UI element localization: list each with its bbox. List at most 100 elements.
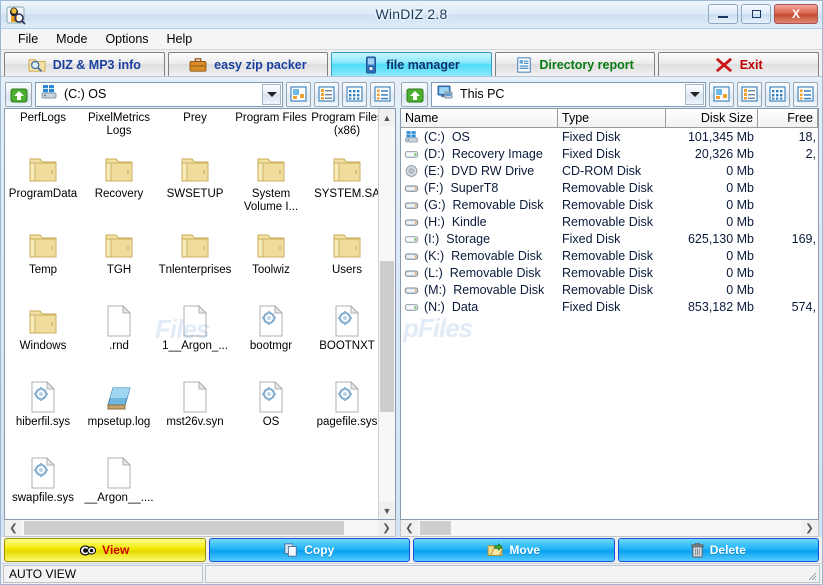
- left-details-view[interactable]: [370, 82, 395, 107]
- left-scroll-track[interactable]: [379, 126, 395, 502]
- drive-letter: (M:): [424, 283, 446, 297]
- right-large-icons-view[interactable]: [709, 82, 734, 107]
- file-item[interactable]: hiberfil.sys: [5, 373, 81, 449]
- move-button[interactable]: Move: [413, 538, 615, 562]
- menu-item-options[interactable]: Options: [96, 31, 157, 47]
- drive-row[interactable]: (C:)OSFixed Disk101,345 Mb18,: [401, 128, 818, 145]
- file-item[interactable]: System Volume I...: [233, 145, 309, 221]
- right-location-combobox[interactable]: This PC: [431, 82, 706, 107]
- scroll-left-icon[interactable]: ❮: [401, 520, 418, 536]
- scroll-left-icon[interactable]: ❮: [5, 520, 22, 536]
- left-list-view[interactable]: [342, 82, 367, 107]
- delete-button[interactable]: Delete: [618, 538, 820, 562]
- window-controls: X: [708, 4, 818, 24]
- left-vertical-scrollbar[interactable]: ▲ ▼: [378, 109, 395, 519]
- drive-row[interactable]: (N:)DataFixed Disk853,182 Mb574,: [401, 298, 818, 315]
- file-item[interactable]: bootmgr: [233, 297, 309, 373]
- drive-row[interactable]: (K:)Removable DiskRemovable Disk0 Mb: [401, 247, 818, 264]
- chevron-down-icon[interactable]: [685, 84, 704, 105]
- tab-diz-mp3-info[interactable]: DIZ & MP3 info: [4, 52, 165, 76]
- file-item[interactable]: mst26v.syn: [157, 373, 233, 449]
- left-hscroll-track[interactable]: [22, 520, 378, 536]
- file-item[interactable]: Tnlenterprises: [157, 221, 233, 297]
- right-details-view[interactable]: [793, 82, 818, 107]
- file-item[interactable]: Recovery: [81, 145, 157, 221]
- file-item[interactable]: BOOTNXT: [309, 297, 378, 373]
- minimize-button[interactable]: [708, 4, 738, 24]
- close-button[interactable]: X: [774, 4, 818, 24]
- scroll-right-icon[interactable]: ❯: [378, 520, 395, 536]
- drive-label: Kindle: [452, 215, 487, 229]
- removable-disk-icon: [404, 249, 419, 263]
- copy-button[interactable]: Copy: [209, 538, 411, 562]
- right-up-folder-button[interactable]: [401, 82, 428, 107]
- status-bar: AUTO VIEW: [1, 563, 822, 584]
- right-list-view[interactable]: [765, 82, 790, 107]
- left-horizontal-scrollbar[interactable]: ❮ ❯: [4, 520, 396, 537]
- scroll-down-icon[interactable]: ▼: [379, 502, 395, 519]
- tab-exit[interactable]: Exit: [658, 52, 819, 76]
- column-header-type[interactable]: Type: [558, 109, 666, 128]
- file-item[interactable]: SWSETUP: [157, 145, 233, 221]
- scroll-right-icon[interactable]: ❯: [801, 520, 818, 536]
- tab-directory-report[interactable]: Directory report: [495, 52, 656, 76]
- cdrom-icon: [404, 164, 419, 178]
- maximize-button[interactable]: [741, 4, 771, 24]
- file-item[interactable]: .rnd: [81, 297, 157, 373]
- file-item[interactable]: Program Files (x86): [309, 109, 378, 145]
- action-label: Move: [509, 543, 540, 557]
- file-item[interactable]: Toolwiz: [233, 221, 309, 297]
- right-drive-list[interactable]: NameTypeDisk SizeFree pFiles (C:)OSFixed…: [400, 108, 819, 520]
- left-scroll-thumb[interactable]: [380, 261, 394, 411]
- left-hscroll-thumb[interactable]: [24, 521, 344, 535]
- file-item[interactable]: Prey: [157, 109, 233, 145]
- right-small-icons-view[interactable]: [737, 82, 762, 107]
- file-item[interactable]: __Argon__....: [81, 449, 157, 519]
- chevron-down-icon[interactable]: [262, 84, 281, 105]
- left-up-folder-button[interactable]: [5, 82, 32, 107]
- drive-row[interactable]: (I:)StorageFixed Disk625,130 Mb169,: [401, 230, 818, 247]
- file-item[interactable]: TGH: [81, 221, 157, 297]
- right-horizontal-scrollbar[interactable]: ❮ ❯: [400, 520, 819, 537]
- drive-row[interactable]: (G:)Removable DiskRemovable Disk0 Mb: [401, 196, 818, 213]
- file-item[interactable]: OS: [233, 373, 309, 449]
- left-drive-combobox[interactable]: (C:) OS: [35, 82, 283, 107]
- drive-row[interactable]: (F:)SuperT8Removable Disk0 Mb: [401, 179, 818, 196]
- right-hscroll-track[interactable]: [418, 520, 801, 536]
- file-item[interactable]: Temp: [5, 221, 81, 297]
- left-drive-value: (C:) OS: [64, 87, 106, 101]
- drive-size-cell: 0 Mb: [666, 266, 758, 280]
- file-item[interactable]: swapfile.sys: [5, 449, 81, 519]
- menu-item-help[interactable]: Help: [158, 31, 202, 47]
- menu-item-file[interactable]: File: [9, 31, 47, 47]
- view-button[interactable]: View: [4, 538, 206, 562]
- column-header-free[interactable]: Free: [758, 109, 818, 128]
- drive-row[interactable]: (M:)Removable DiskRemovable Disk0 Mb: [401, 281, 818, 298]
- file-item[interactable]: ProgramData: [5, 145, 81, 221]
- left-file-list[interactable]: PerfLogsPixelMetrics LogsPreyProgram Fil…: [4, 108, 396, 520]
- file-item[interactable]: Windows: [5, 297, 81, 373]
- menu-item-mode[interactable]: Mode: [47, 31, 96, 47]
- tab-file-manager[interactable]: file manager: [331, 52, 492, 76]
- scroll-up-icon[interactable]: ▲: [379, 109, 395, 126]
- file-item[interactable]: 1__Argon_...: [157, 297, 233, 373]
- left-small-icons-view[interactable]: [314, 82, 339, 107]
- file-item[interactable]: SYSTEM.SA: [309, 145, 378, 221]
- left-large-icons-view[interactable]: [286, 82, 311, 107]
- drive-letter: (I:): [424, 232, 439, 246]
- file-item[interactable]: PixelMetrics Logs: [81, 109, 157, 145]
- column-header-disk-size[interactable]: Disk Size: [666, 109, 758, 128]
- file-item[interactable]: PerfLogs: [5, 109, 81, 145]
- file-item[interactable]: Users: [309, 221, 378, 297]
- file-item[interactable]: mpsetup.log: [81, 373, 157, 449]
- right-hscroll-thumb[interactable]: [420, 521, 451, 535]
- file-item[interactable]: Program Files: [233, 109, 309, 145]
- drive-row[interactable]: (D:)Recovery ImageFixed Disk20,326 Mb2,: [401, 145, 818, 162]
- tab-easy-zip-packer[interactable]: easy zip packer: [168, 52, 329, 76]
- column-header-name[interactable]: Name: [401, 109, 558, 128]
- file-item[interactable]: pagefile.sys: [309, 373, 378, 449]
- file-label: Windows: [5, 340, 81, 353]
- drive-row[interactable]: (H:)KindleRemovable Disk0 Mb: [401, 213, 818, 230]
- drive-row[interactable]: (E:)DVD RW DriveCD-ROM Disk0 Mb: [401, 162, 818, 179]
- drive-row[interactable]: (L:)Removable DiskRemovable Disk0 Mb: [401, 264, 818, 281]
